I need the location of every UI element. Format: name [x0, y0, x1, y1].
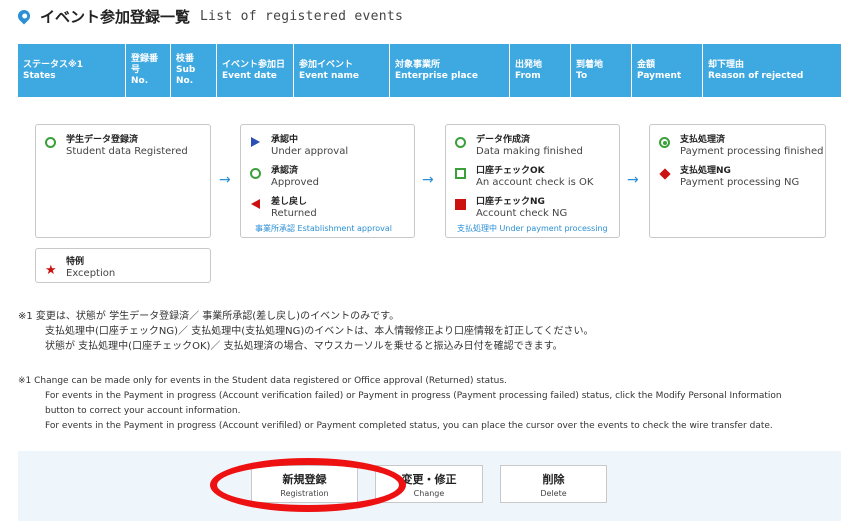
dotted-circle-icon — [659, 137, 673, 151]
legend-item-under-approval: 承認中 Under approval — [250, 135, 348, 157]
page-title: イベント参加登録一覧 — [40, 7, 191, 26]
legend-item-account-ng: 口座チェックNG Account check NG — [455, 197, 567, 219]
notes-japanese: ※1 変更は、状態が 学生データ登録済／ 事業所承認(差し戻し)のイベントのみで… — [18, 309, 593, 354]
open-circle-icon — [250, 168, 264, 182]
filled-square-icon — [455, 199, 469, 213]
arrow-right-icon: → — [422, 172, 434, 188]
column-header-to[interactable]: 到着地 To — [571, 44, 632, 97]
legend-item-data-making: データ作成済 Data making finished — [455, 135, 583, 157]
establishment-approval-caption: 事業所承認 Establishment approval — [255, 224, 392, 233]
note-line: 状態が 支払処理中(口座チェックOK)／ 支払処理済の場合、マウスカーソルを乗せ… — [45, 341, 563, 352]
page-title-english: List of registered events — [200, 8, 404, 24]
action-button-bar: 新規登録 Registration 変更・修正 Change 削除 Delete — [18, 451, 841, 521]
triangle-left-icon — [250, 199, 264, 213]
events-table-header: ステータス※1 States 登録番号 No. 枝番 Sub No. イベント参加日 E… — [18, 44, 841, 97]
legend-item-account-ok: 口座チェックOK An account check is OK — [455, 166, 593, 188]
column-header-reason-rejected[interactable]: 却下理由 Reason of rejected — [703, 44, 841, 97]
column-header-event-name[interactable]: 参加イベント Event name — [294, 44, 390, 97]
column-header-registration-no[interactable]: 登録番号 No. — [126, 44, 171, 97]
legend-item-approved: 承認済 Approved — [250, 166, 319, 188]
legend-item-student-registered: 学生データ登録済 Student data Registered — [45, 135, 188, 157]
note-line: ※1 変更は、状態が 学生データ登録済／ 事業所承認(差し戻し)のイベントのみで… — [18, 311, 400, 322]
note-line: button to correct your account informati… — [45, 406, 241, 416]
star-icon: ★ — [45, 263, 57, 278]
open-circle-icon — [455, 137, 469, 151]
location-pin-icon — [15, 7, 33, 25]
page-title-row: イベント参加登録一覧 List of registered events — [15, 6, 404, 26]
diamond-icon — [659, 168, 673, 182]
open-circle-icon — [45, 137, 59, 151]
delete-button[interactable]: 削除 Delete — [500, 465, 607, 503]
arrow-right-icon: → — [219, 172, 231, 188]
notes-english: ※1 Change can be made only for events in… — [18, 374, 782, 434]
registration-button[interactable]: 新規登録 Registration — [251, 465, 358, 503]
column-header-event-date[interactable]: イベント参加日 Event date — [217, 44, 294, 97]
note-line: ※1 Change can be made only for events in… — [18, 376, 507, 386]
legend-item-exception: ★ 特例 Exception — [45, 257, 116, 279]
note-line: For events in the Payment in progress (A… — [45, 421, 773, 431]
column-header-enterprise-place[interactable]: 対象事業所 Enterprise place — [390, 44, 510, 97]
legend-item-returned: 差し戻し Returned — [250, 197, 317, 219]
legend-item-payment-finished: 支払処理済 Payment processing finished — [659, 135, 824, 157]
note-line: 支払処理中(口座チェックNG)／ 支払処理中(支払処理NG)のイベントは、本人情… — [45, 326, 594, 337]
column-header-sub-no[interactable]: 枝番 Sub No. — [171, 44, 217, 97]
legend-item-payment-ng: 支払処理NG Payment processing NG — [659, 166, 799, 188]
column-header-from[interactable]: 出発地 From — [510, 44, 571, 97]
under-payment-caption: 支払処理中 Under payment processing — [457, 224, 608, 233]
column-header-payment[interactable]: 金額 Payment — [632, 44, 703, 97]
arrow-right-icon: → — [627, 172, 639, 188]
open-square-icon — [455, 168, 469, 182]
note-line: For events in the Payment in progress (A… — [45, 391, 782, 401]
change-button[interactable]: 変更・修正 Change — [375, 465, 483, 503]
column-header-status[interactable]: ステータス※1 States — [18, 44, 126, 97]
triangle-right-icon — [250, 137, 264, 151]
